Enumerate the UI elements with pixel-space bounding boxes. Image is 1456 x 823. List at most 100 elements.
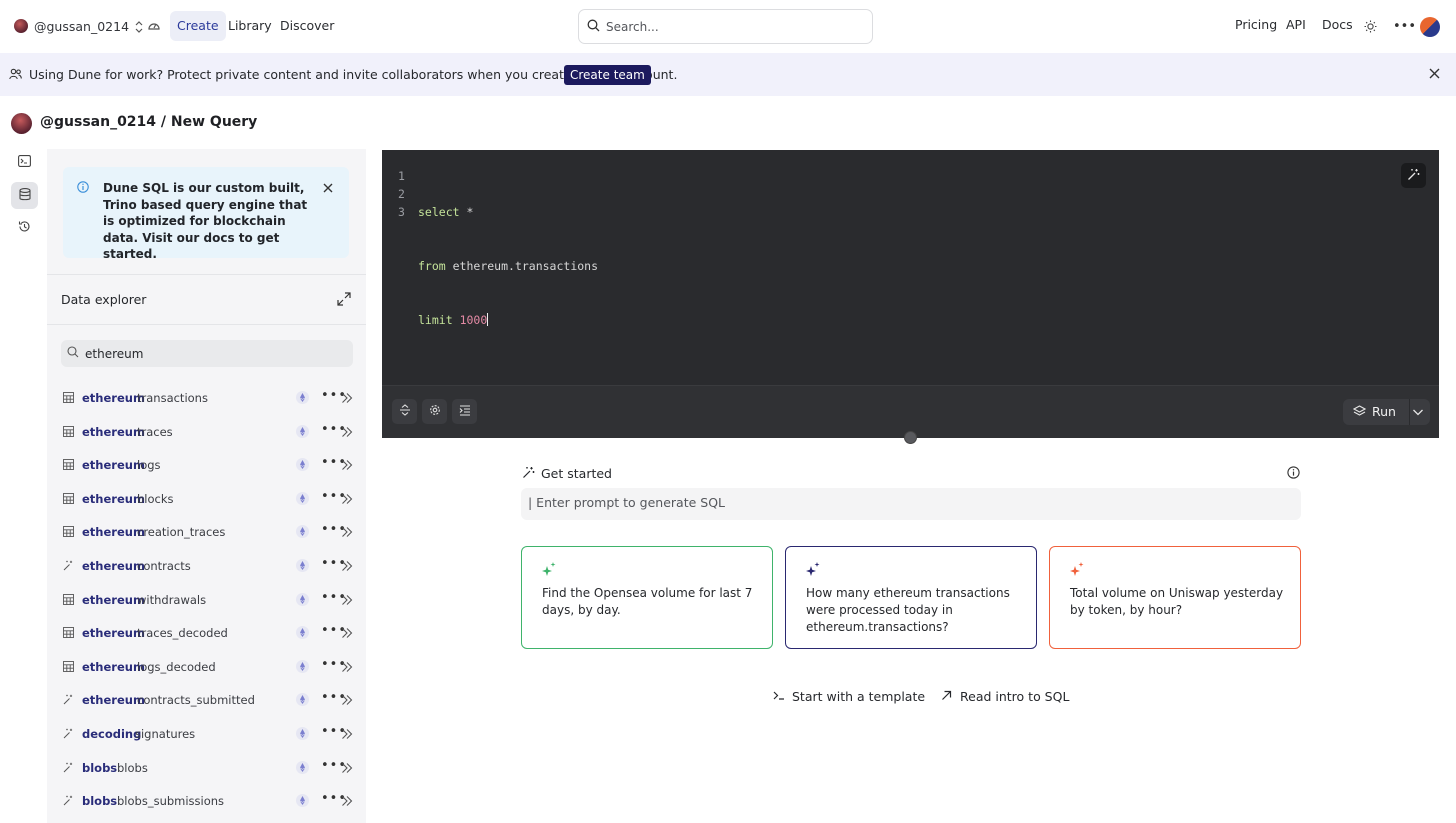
gear-icon [429, 404, 441, 419]
table-schema: ethereum [82, 491, 145, 506]
search-input[interactable] [606, 19, 856, 34]
format-query-button[interactable] [452, 399, 477, 424]
close-info-icon[interactable] [323, 182, 333, 196]
suggestion-card[interactable]: Total volume on Uniswap yesterday by tok… [1049, 546, 1301, 649]
arrow-up-right-icon [941, 689, 952, 704]
text-cursor [487, 313, 489, 326]
chevrons-right-icon[interactable] [341, 491, 353, 509]
intro-sql-link[interactable]: Read intro to SQL [941, 689, 1069, 704]
suggestion-card[interactable]: Find the Opensea volume for last 7 days,… [521, 546, 773, 649]
ethereum-chain-icon [296, 391, 309, 404]
wand-icon [63, 762, 75, 774]
more-options-icon[interactable]: ••• [1393, 19, 1416, 34]
table-name: blobs_submissions [117, 794, 225, 809]
table-row[interactable]: blobs blobs_submissions ••• [61, 791, 356, 811]
user-switcher[interactable]: @gussan_0214 [14, 18, 143, 35]
code-lines[interactable]: select * from ethereum.transactions limi… [418, 167, 598, 365]
nav-api[interactable]: API [1286, 17, 1306, 32]
table-row[interactable]: ethereum logs ••• [61, 455, 356, 475]
collapse-editor-button[interactable] [392, 399, 417, 424]
table-name: traces_decoded [137, 626, 228, 641]
code-line-3: limit 1000 [418, 311, 598, 329]
get-started-title: Get started [541, 466, 612, 481]
table-row[interactable]: ethereum traces ••• [61, 422, 356, 442]
table-row[interactable]: ethereum blocks ••• [61, 489, 356, 509]
table-row[interactable]: ethereum contracts_submitted ••• [61, 690, 356, 710]
chevrons-right-icon[interactable] [341, 692, 353, 710]
chevrons-right-icon[interactable] [341, 558, 353, 576]
chevrons-right-icon[interactable] [341, 625, 353, 643]
table-row[interactable]: ethereum withdrawals ••• [61, 590, 356, 610]
nav-docs[interactable]: Docs [1322, 17, 1353, 32]
chevrons-right-icon[interactable] [341, 457, 353, 475]
rail-data-explorer[interactable] [11, 182, 38, 209]
table-row[interactable]: decoding signatures ••• [61, 724, 356, 744]
info-icon[interactable] [1287, 466, 1300, 479]
history-icon [18, 220, 31, 236]
data-explorer-search[interactable] [61, 340, 353, 367]
dashboard-gauge-icon[interactable] [147, 19, 161, 33]
terminal-prompt-icon [773, 689, 785, 704]
code-text: ethereum.transactions [445, 259, 599, 273]
table-name: contracts [137, 559, 191, 573]
table-row[interactable]: ethereum traces_decoded ••• [61, 623, 356, 643]
profile-avatar[interactable] [1420, 17, 1440, 37]
start-template-link[interactable]: Start with a template [773, 689, 925, 704]
dune-sql-info-card: Dune SQL is our custom built, Trino base… [63, 167, 349, 261]
table-row[interactable]: blobs blobs ••• [61, 758, 356, 778]
user-avatar [14, 19, 28, 33]
layers-icon [1352, 405, 1367, 421]
line-number: 2 [398, 187, 405, 201]
ai-prompt-field[interactable] [521, 488, 1301, 520]
nav-discover[interactable]: Discover [273, 11, 341, 41]
table-name: signatures [135, 727, 196, 741]
chevrons-right-icon[interactable] [341, 793, 353, 811]
run-button[interactable]: Run [1343, 399, 1430, 425]
number-literal: 1000 [459, 313, 488, 327]
wand-icon [63, 560, 75, 572]
chevrons-right-icon[interactable] [341, 390, 353, 408]
global-search[interactable] [578, 9, 873, 44]
table-icon [63, 459, 75, 471]
create-team-button[interactable]: Create team [564, 65, 651, 85]
settings-button[interactable] [422, 399, 447, 424]
table-name: blobs [117, 760, 148, 775]
table-icon [63, 425, 75, 438]
ai-prompt-input[interactable] [528, 495, 1268, 510]
nav-create[interactable]: Create [170, 11, 226, 41]
chevron-down-icon[interactable] [1412, 406, 1424, 421]
expand-icon[interactable] [337, 292, 351, 309]
suggestion-card[interactable]: How many ethereum transactions were proc… [785, 546, 1037, 649]
chevrons-right-icon[interactable] [341, 424, 353, 442]
table-icon [63, 593, 75, 606]
data-explorer-search-input[interactable] [85, 346, 325, 361]
chevrons-right-icon[interactable] [341, 726, 353, 744]
close-banner-icon[interactable] [1429, 68, 1440, 82]
info-icon [77, 181, 89, 196]
rail-query-editor[interactable] [11, 149, 38, 176]
table-row[interactable]: ethereum transactions ••• [61, 388, 356, 408]
intro-sql-label: Read intro to SQL [960, 689, 1070, 704]
ai-wand-button[interactable] [1401, 163, 1426, 188]
nav-pricing[interactable]: Pricing [1235, 17, 1277, 32]
table-row[interactable]: ethereum logs_decoded ••• [61, 657, 356, 677]
nav-library[interactable]: Library [221, 11, 279, 41]
chevrons-right-icon[interactable] [341, 524, 353, 542]
table-icon [63, 660, 75, 673]
table-schema: ethereum [82, 525, 145, 540]
line-number: 3 [398, 205, 405, 219]
chevrons-right-icon[interactable] [341, 760, 353, 778]
chevrons-right-icon[interactable] [341, 659, 353, 677]
chevrons-right-icon[interactable] [341, 592, 353, 610]
theme-sun-icon[interactable] [1364, 20, 1377, 36]
resize-handle[interactable] [904, 431, 917, 444]
table-schema: ethereum [82, 458, 145, 473]
table-name: contracts_submitted [137, 693, 255, 708]
table-schema: blobs [82, 794, 118, 809]
rail-history[interactable] [11, 214, 38, 241]
ethereum-chain-icon [296, 794, 309, 808]
divider [47, 324, 366, 325]
page-title[interactable]: @gussan_0214 / New Query [40, 114, 257, 130]
table-row[interactable]: ethereum creation_traces ••• [61, 522, 356, 542]
table-row[interactable]: ethereum contracts ••• [61, 556, 356, 576]
